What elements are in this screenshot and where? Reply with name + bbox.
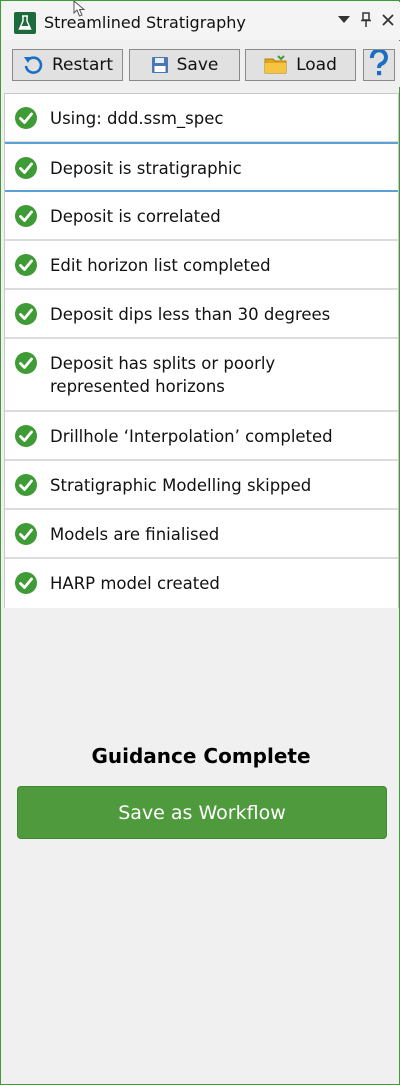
check-circle-icon [15,205,37,227]
restart-icon [22,54,44,76]
step-label: HARP model created [50,574,220,593]
save-as-workflow-button[interactable]: Save as Workflow [17,786,387,839]
step-label: Drillhole ‘Interpolation’ completed [50,427,333,446]
check-circle-icon [15,157,37,179]
flask-icon [14,12,36,34]
list-item[interactable]: Deposit is stratigraphic [5,142,398,192]
step-label: Deposit is stratigraphic [50,159,242,178]
question-mark-icon [369,48,389,80]
dropdown-icon[interactable] [335,10,353,30]
check-circle-icon [15,352,37,374]
check-circle-icon [15,107,37,129]
restart-button[interactable]: Restart [12,49,123,81]
check-circle-icon [15,523,37,545]
step-label: Models are finialised [50,525,220,544]
check-circle-icon [15,254,37,276]
step-label: Stratigraphic Modelling skipped [50,476,312,495]
list-item[interactable]: Edit horizon list completed [5,241,398,290]
close-icon[interactable] [379,10,397,30]
step-label: Deposit dips less than 30 degrees [50,305,331,324]
save-button[interactable]: Save [129,49,240,81]
save-label: Save [176,55,219,75]
floppy-disk-icon [151,56,169,74]
guidance-complete-heading: Guidance Complete [91,744,311,768]
pin-icon[interactable] [357,10,375,30]
check-circle-icon [15,303,37,325]
step-label: Edit horizon list completed [50,256,271,275]
list-item[interactable]: Models are finialised [5,510,398,559]
restart-label: Restart [51,55,114,75]
load-label: Load [296,55,337,75]
steps-list: Using: ddd.ssm_spec Deposit is stratigra… [4,93,399,608]
list-item[interactable]: Deposit is correlated [5,192,398,241]
step-label: Deposit has splits or poorly represented… [50,354,276,396]
list-item[interactable]: Drillhole ‘Interpolation’ completed [5,412,398,461]
panel-frame: Streamlined Stratigraphy Restart Save Lo… [0,0,400,1085]
list-item[interactable]: Deposit dips less than 30 degrees [5,290,398,339]
help-button[interactable] [363,48,395,81]
list-item[interactable]: HARP model created [5,559,398,608]
title-bar: Streamlined Stratigraphy [2,2,400,40]
list-item[interactable]: Using: ddd.ssm_spec [5,94,398,143]
folder-icon [264,55,288,75]
mouse-cursor-icon [73,0,91,17]
toolbar: Restart Save Load [2,41,400,87]
list-item[interactable]: Stratigraphic Modelling skipped [5,461,398,510]
list-item[interactable]: Deposit has splits or poorly represented… [5,339,398,412]
step-label: Deposit is correlated [50,207,221,226]
step-label: Using: ddd.ssm_spec [50,109,224,128]
check-circle-icon [15,425,37,447]
load-button[interactable]: Load [245,49,356,81]
check-circle-icon [15,572,37,594]
check-circle-icon [15,474,37,496]
